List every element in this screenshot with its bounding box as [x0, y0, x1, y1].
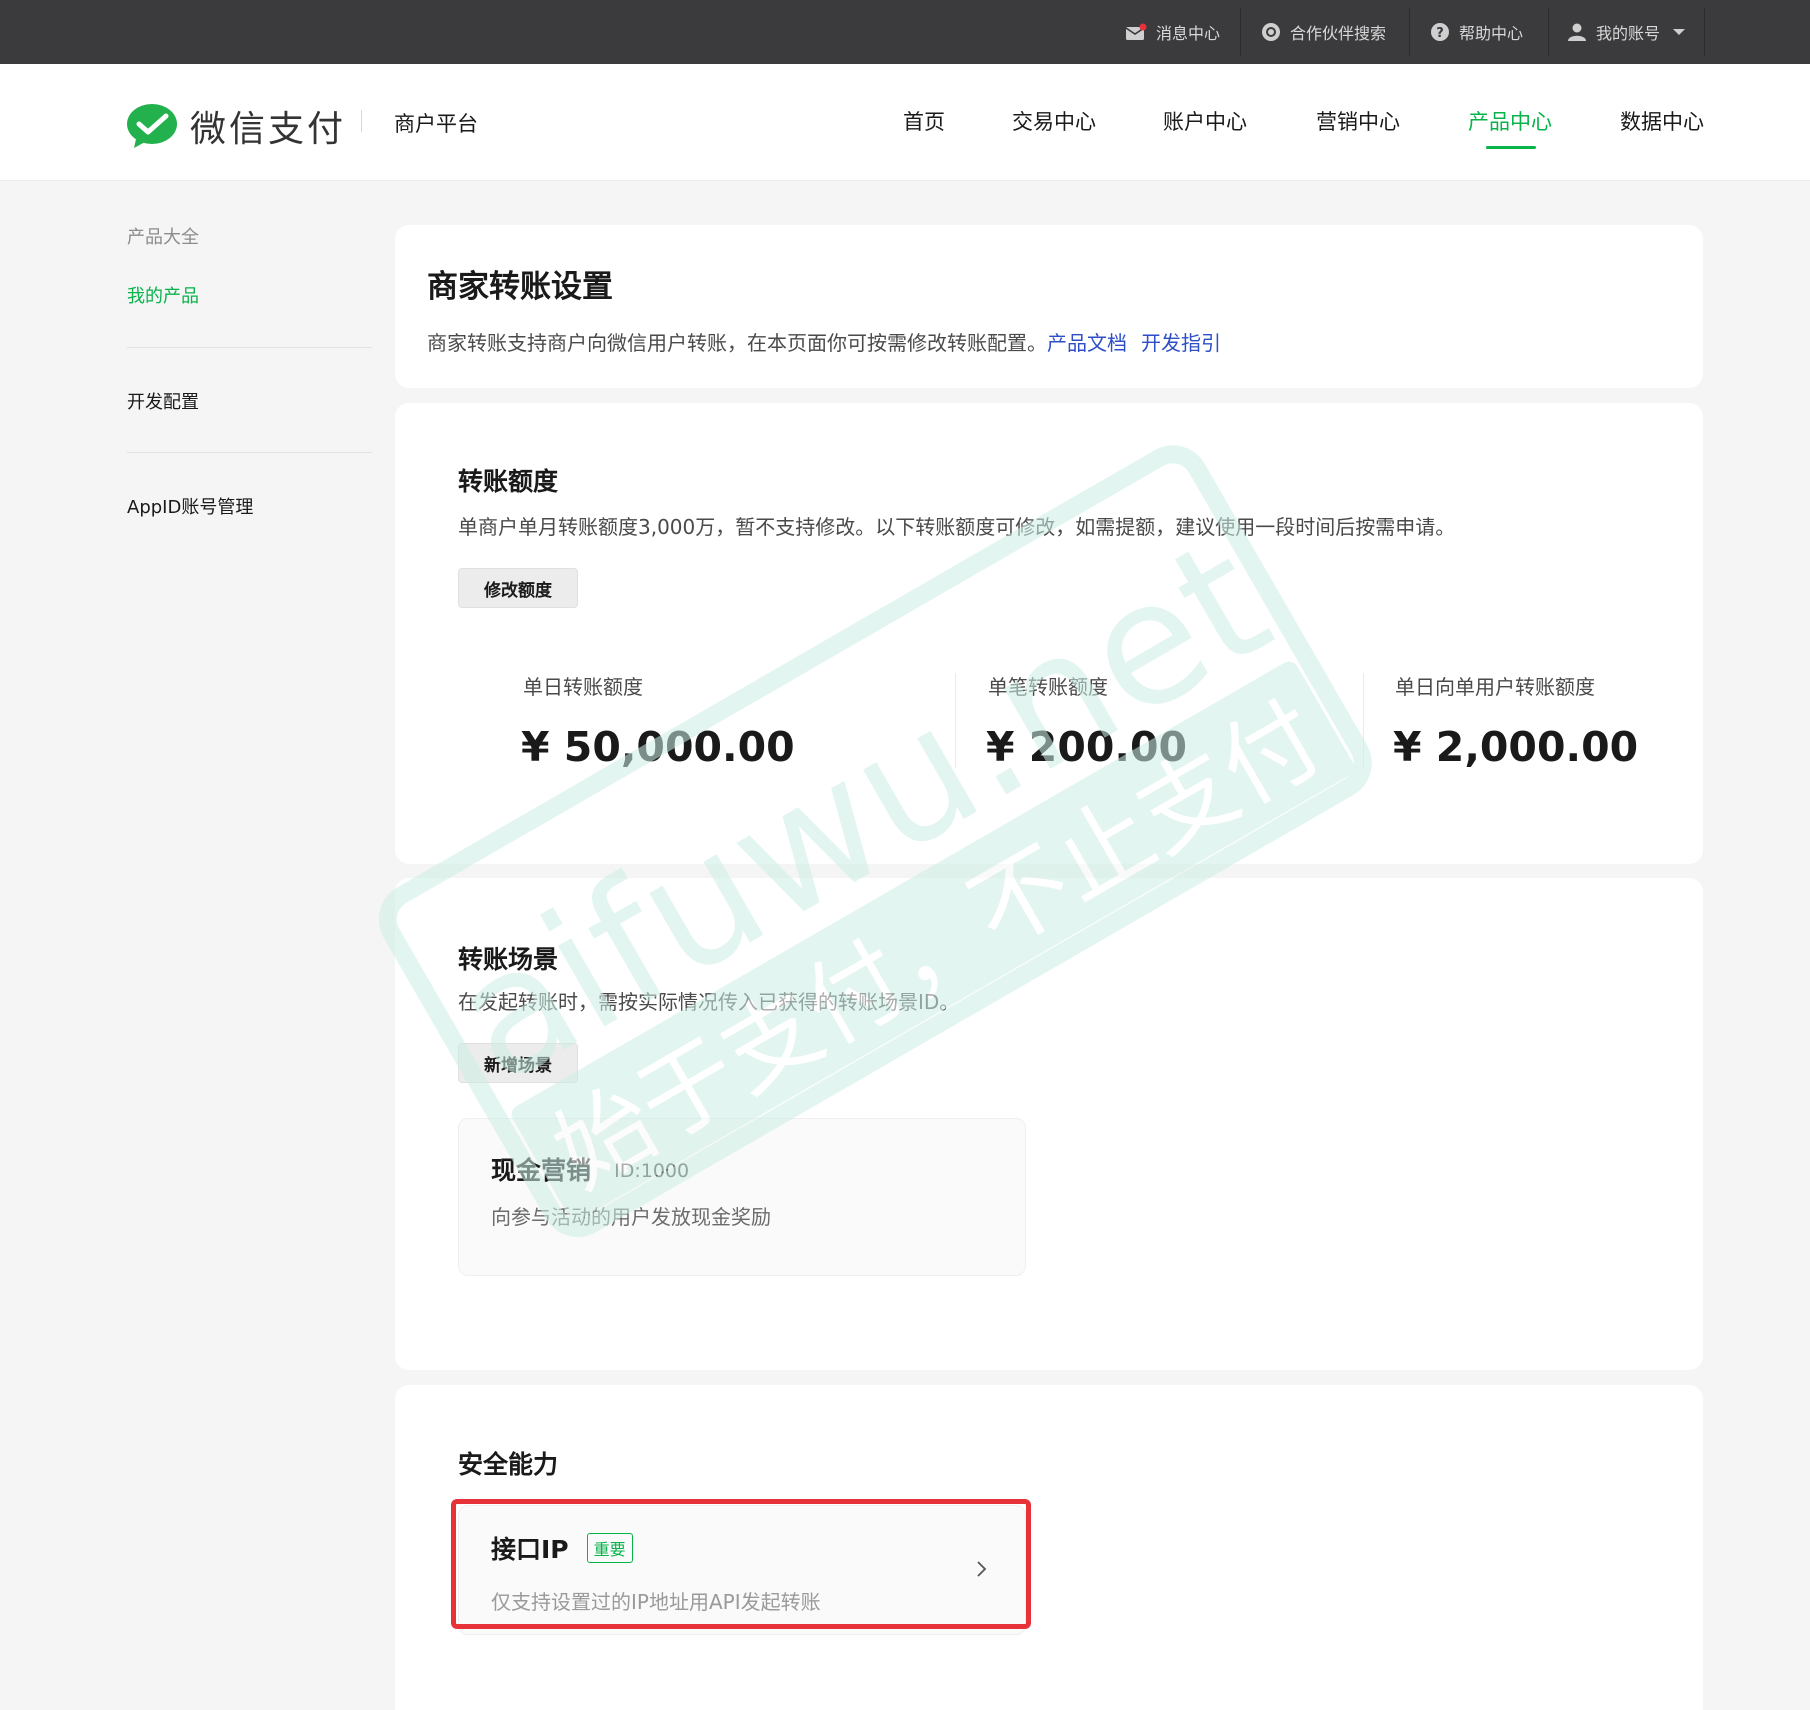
- quota-description: 单商户单月转账额度3,000万，暂不支持修改。以下转账额度可修改，如需提额，建议…: [458, 515, 1456, 539]
- topbar-divider: [1409, 8, 1410, 56]
- scene-title: 转账场景: [458, 945, 559, 974]
- nav-product-center[interactable]: 产品中心: [1468, 106, 1552, 136]
- help-center-label: 帮助中心: [1459, 24, 1524, 43]
- topbar-divider: [1704, 8, 1705, 56]
- per-user-quota-label: 单日向单用户转账额度: [1395, 675, 1595, 699]
- quota-card: 转账额度 单商户单月转账额度3,000万，暂不支持修改。以下转账额度可修改，如需…: [395, 403, 1703, 864]
- intro-card: 商家转账设置 商家转账支持商户向微信用户转账，在本页面你可按需修改转账配置。产品…: [395, 225, 1703, 388]
- message-center-link[interactable]: 消息中心: [1125, 0, 1220, 64]
- mail-icon: [1125, 23, 1147, 40]
- user-icon: [1568, 23, 1586, 41]
- scene-description: 在发起转账时，需按实际情况传入已获得的转账场景ID。: [458, 990, 960, 1014]
- scene-item-description: 向参与活动的用户发放现金奖励: [491, 1205, 771, 1229]
- sidebar-item-product-catalog[interactable]: 产品大全: [127, 223, 199, 249]
- topbar-divider: [1240, 8, 1241, 56]
- daily-quota-label: 单日转账额度: [523, 675, 643, 699]
- modify-quota-button[interactable]: 修改额度: [458, 568, 578, 608]
- product-doc-link[interactable]: 产品文档: [1047, 331, 1127, 355]
- single-quota-label: 单笔转账额度: [988, 675, 1108, 699]
- svg-text:?: ?: [1436, 26, 1444, 41]
- wechat-pay-logo[interactable]: 微信支付: [126, 100, 346, 152]
- single-quota-value: ¥ 200.00: [986, 723, 1188, 771]
- security-card: 安全能力 接口IP 重要 仅支持设置过的IP地址用API发起转账: [395, 1385, 1703, 1710]
- security-title: 安全能力: [458, 1450, 559, 1479]
- nav-marketing-center[interactable]: 营销中心: [1316, 106, 1400, 136]
- partner-search-link[interactable]: 合作伙伴搜索: [1261, 0, 1386, 64]
- sidebar-item-appid-management[interactable]: AppID账号管理: [127, 493, 253, 519]
- wechat-pay-logo-icon: [127, 104, 177, 148]
- scene-item-id: ID:1000: [614, 1160, 690, 1182]
- sidebar-item-my-products[interactable]: 我的产品: [127, 282, 199, 308]
- quota-divider: [955, 673, 956, 768]
- logo-text: 微信支付: [190, 109, 347, 150]
- top-utility-bar: 消息中心 合作伙伴搜索 ? 帮助中心 我的账号: [0, 0, 1810, 64]
- scene-item-card[interactable]: 现金营销 ID:1000 向参与活动的用户发放现金奖励: [458, 1118, 1026, 1276]
- daily-quota-value: ¥ 50,000.00: [521, 723, 795, 771]
- nav-account-center[interactable]: 账户中心: [1163, 106, 1247, 136]
- quota-title: 转账额度: [458, 467, 559, 496]
- add-scene-button[interactable]: 新增场景: [458, 1043, 578, 1083]
- scene-item-header: 现金营销 ID:1000: [491, 1151, 689, 1187]
- scene-card: 转账场景 在发起转账时，需按实际情况传入已获得的转账场景ID。 新增场景 现金营…: [395, 878, 1703, 1370]
- intro-text: 商家转账支持商户向微信用户转账，在本页面你可按需修改转账配置。: [427, 331, 1047, 355]
- highlight-frame: [451, 1499, 1031, 1629]
- intro-description: 商家转账支持商户向微信用户转账，在本页面你可按需修改转账配置。产品文档 开发指引: [427, 327, 1221, 356]
- nav-active-indicator: [1486, 146, 1536, 149]
- page-title: 商家转账设置: [427, 269, 613, 305]
- nav-home[interactable]: 首页: [903, 106, 945, 136]
- nav-data-center[interactable]: 数据中心: [1620, 106, 1704, 136]
- dev-guide-link[interactable]: 开发指引: [1141, 331, 1221, 355]
- caret-down-icon: [1673, 29, 1686, 35]
- topbar-divider: [1548, 8, 1549, 56]
- platform-title: 商户平台: [394, 112, 478, 136]
- interface-ip-card[interactable]: 接口IP 重要 仅支持设置过的IP地址用API发起转账: [451, 1499, 1031, 1635]
- help-icon: ?: [1431, 23, 1449, 41]
- quota-divider: [1363, 673, 1364, 768]
- logo-divider: [361, 110, 362, 132]
- help-center-link[interactable]: ? 帮助中心: [1430, 0, 1523, 64]
- main-header: 微信支付 商户平台 首页 交易中心 账户中心 营销中心 产品中心 数据中心: [0, 64, 1810, 181]
- sidebar-divider: [127, 452, 372, 453]
- partner-search-label: 合作伙伴搜索: [1290, 24, 1387, 43]
- search-circle-icon: [1262, 23, 1280, 41]
- my-account-label: 我的账号: [1596, 24, 1661, 43]
- nav-trade-center[interactable]: 交易中心: [1012, 106, 1096, 136]
- sidebar-divider: [127, 347, 372, 348]
- scene-item-name: 现金营销: [491, 1156, 592, 1185]
- message-center-label: 消息中心: [1156, 24, 1221, 43]
- per-user-quota-value: ¥ 2,000.00: [1393, 723, 1639, 771]
- sidebar-item-dev-config[interactable]: 开发配置: [127, 388, 199, 414]
- my-account-menu[interactable]: 我的账号: [1567, 0, 1686, 64]
